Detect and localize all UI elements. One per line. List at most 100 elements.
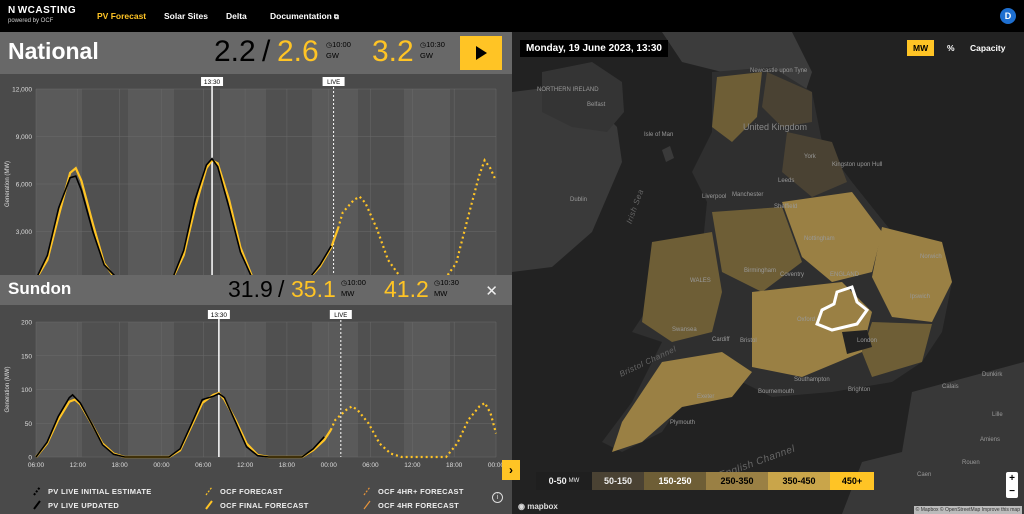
y-tick-label: 150 — [21, 353, 32, 360]
map-label-york: York — [804, 154, 816, 160]
chevron-right-icon: › — [509, 463, 513, 477]
top-nav: N WCASTING powered by OCF PV Forecast Sol… — [0, 0, 1024, 32]
scale-250-350: 250-350 — [706, 472, 768, 490]
map-label-caen: Caen — [917, 472, 932, 478]
legend-pv-initial[interactable]: PV LIVE INITIAL ESTIMATE — [32, 486, 152, 496]
legend-ocf-final[interactable]: OCF FINAL FORECAST — [204, 500, 309, 510]
map-panel[interactable]: Monday, 19 June 2023, 13:30 MW % Capacit… — [512, 32, 1024, 514]
x-tick-label: 18:00 — [446, 462, 463, 469]
legend-ocf-4hr-plus-label: OCF 4HR+ FORECAST — [378, 486, 464, 496]
toggle-capacity[interactable]: Capacity — [964, 40, 1011, 56]
logo-powered: powered by OCF — [8, 18, 54, 24]
national-separator: / — [262, 35, 271, 68]
map-label-norwich: Norwich — [920, 254, 942, 260]
nav-solar-sites[interactable]: Solar Sites — [164, 11, 208, 21]
map-label-newcastle: Newcastle upon Tyne — [750, 68, 808, 74]
y-axis-label: Generation (MW) — [5, 366, 11, 412]
national-time-now: 10:00 — [332, 40, 351, 49]
map-label-dunkirk: Dunkirk — [982, 372, 1003, 378]
region-time-now: 10:00 — [347, 278, 366, 287]
region-separator: / — [278, 276, 285, 302]
play-button[interactable] — [460, 36, 502, 70]
map-label-birmingham: Birmingham — [744, 268, 777, 274]
map-label-northern-ireland: NORTHERN IRELAND — [537, 87, 599, 93]
x-tick-label: 00:00 — [321, 462, 338, 469]
y-tick-label: 9,000 — [16, 134, 33, 141]
nav-delta[interactable]: Delta — [226, 11, 247, 21]
solid-line-icon — [205, 500, 213, 510]
scale-50-150: 50-150 — [592, 472, 644, 490]
x-tick-label: 12:00 — [70, 462, 87, 469]
map-label-oxford: Oxford — [797, 317, 816, 323]
x-tick-label: 18:00 — [279, 462, 296, 469]
expand-panel-button[interactable]: › — [502, 460, 520, 480]
external-link-icon: ⧉ — [333, 14, 339, 21]
region-unit-next: MW — [434, 289, 448, 298]
region-header: Sundon 31.9 / 35.1 ◷10:00 MW 41.2 ◷10:30… — [0, 275, 512, 305]
map-attribution[interactable]: © Mapbox © OpenStreetMap Improve this ma… — [913, 506, 1022, 514]
region-south-east — [862, 322, 932, 377]
solid-line-icon — [33, 500, 41, 510]
y-tick-label: 6,000 — [16, 182, 33, 189]
y-tick-label: 50 — [25, 421, 33, 428]
national-chart[interactable]: 03,0006,0009,00012,000Generation (MW)06:… — [0, 74, 512, 304]
map-label-bournemouth: Bournemouth — [758, 389, 795, 395]
play-icon — [475, 46, 487, 60]
national-unit-now: GW — [326, 51, 339, 60]
close-region-button[interactable]: ✕ — [485, 282, 498, 300]
scale-350-450: 350-450 — [768, 472, 830, 490]
x-tick-label: 06:00 — [195, 462, 212, 469]
y-tick-label: 100 — [21, 387, 32, 394]
selected-time-label: 13:30 — [204, 79, 221, 86]
zoom-out-button[interactable]: − — [1006, 485, 1018, 498]
mapbox-label: mapbox — [527, 502, 558, 511]
legend-ocf-4hr-plus[interactable]: OCF 4HR+ FORECAST — [362, 486, 464, 496]
map-label-sheffield: Sheffield — [774, 204, 798, 210]
national-pv-live-value: 2.2 — [214, 35, 256, 68]
live-label: LIVE — [327, 80, 340, 86]
forecast-panel: National 2.2 / 2.6 ◷10:00 GW 3.2 ◷10:30 … — [0, 32, 512, 514]
national-time-next: 10:30 — [426, 40, 445, 49]
selected-time-label: 13:30 — [211, 312, 228, 319]
map-label-isle-of-man: Isle of Man — [644, 132, 674, 138]
map-label-cardiff: Cardiff — [712, 337, 730, 343]
map-label-brighton: Brighton — [848, 387, 871, 393]
legend-ocf-4hr[interactable]: OCF 4HR FORECAST — [362, 500, 459, 510]
mapbox-logo[interactable]: ◉ mapbox — [518, 502, 558, 511]
x-tick-label: 12:00 — [404, 462, 421, 469]
y-tick-label: 12,000 — [12, 87, 32, 94]
nav-pv-forecast[interactable]: PV Forecast — [97, 11, 146, 21]
zoom-controls: + − — [1006, 472, 1018, 498]
region-title: Sundon — [8, 279, 72, 298]
map-label-lille: Lille — [992, 412, 1003, 418]
x-tick-label: 06:00 — [362, 462, 379, 469]
map-label-liverpool: Liverpool — [702, 194, 727, 200]
live-label: LIVE — [334, 313, 347, 319]
legend-pv-updated[interactable]: PV LIVE UPDATED — [32, 500, 119, 510]
scale-0-50-label: 0-50 — [548, 476, 567, 486]
nav-documentation[interactable]: Documentation ⧉ — [270, 11, 339, 22]
x-tick-label: 06:00 — [28, 462, 45, 469]
region-unit-now: MW — [341, 289, 355, 298]
zoom-in-button[interactable]: + — [1006, 472, 1018, 485]
map-label-ipswich: Ipswich — [910, 294, 931, 300]
region-chart[interactable]: 0 50 100 150 200 Generation (MW) 06:00 12:00 18:… — [0, 305, 512, 474]
nowcasting-logo[interactable]: N WCASTING powered by OCF — [8, 5, 76, 27]
toggle-percent[interactable]: % — [941, 40, 961, 56]
map-label-dublin: Dublin — [570, 197, 588, 203]
map-label-rouen: Rouen — [962, 460, 980, 466]
isle-of-man-landmass — [662, 146, 674, 162]
x-tick-label: 12:00 — [237, 462, 254, 469]
user-avatar[interactable]: D — [1000, 8, 1016, 24]
national-forecast-now: 2.6 — [277, 35, 319, 68]
y-tick-label: 200 — [21, 320, 32, 327]
legend-pv-initial-label: PV LIVE INITIAL ESTIMATE — [48, 486, 152, 496]
map-label-plymouth: Plymouth — [670, 420, 696, 426]
legend-ocf-forecast[interactable]: OCF FORECAST — [204, 486, 283, 496]
map-label-calais: Calais — [942, 384, 959, 390]
info-icon[interactable]: i — [492, 492, 503, 503]
toggle-mw[interactable]: MW — [907, 40, 935, 56]
region-wales — [642, 232, 722, 342]
national-unit-next: GW — [420, 51, 433, 60]
national-now-meta: ◷10:00 GW — [326, 40, 351, 61]
